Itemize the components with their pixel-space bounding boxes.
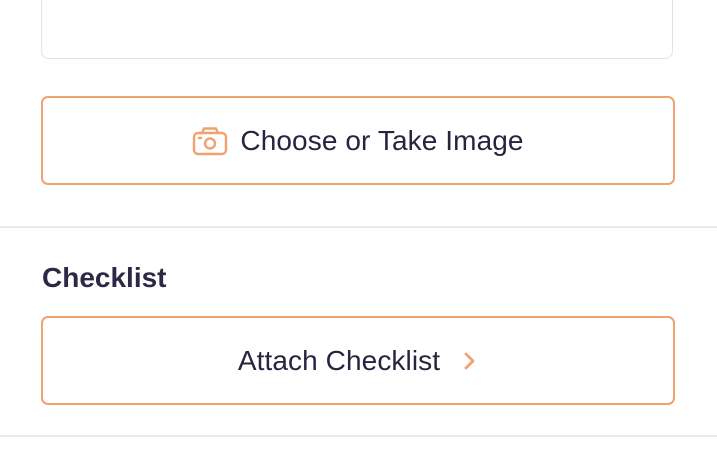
- choose-image-label: Choose or Take Image: [240, 124, 524, 156]
- section-divider: [0, 435, 717, 437]
- choose-image-button[interactable]: Choose or Take Image: [41, 96, 675, 185]
- section-divider: [0, 226, 717, 228]
- notes-textarea[interactable]: [41, 0, 673, 59]
- camera-icon: [192, 126, 228, 156]
- checklist-section-title: Checklist: [42, 262, 167, 293]
- chevron-right-icon: [462, 350, 478, 372]
- attach-checklist-button[interactable]: Attach Checklist: [41, 316, 675, 405]
- attach-checklist-label: Attach Checklist: [237, 344, 441, 376]
- form-page: Choose or Take Image Checklist Attach Ch…: [0, 0, 717, 462]
